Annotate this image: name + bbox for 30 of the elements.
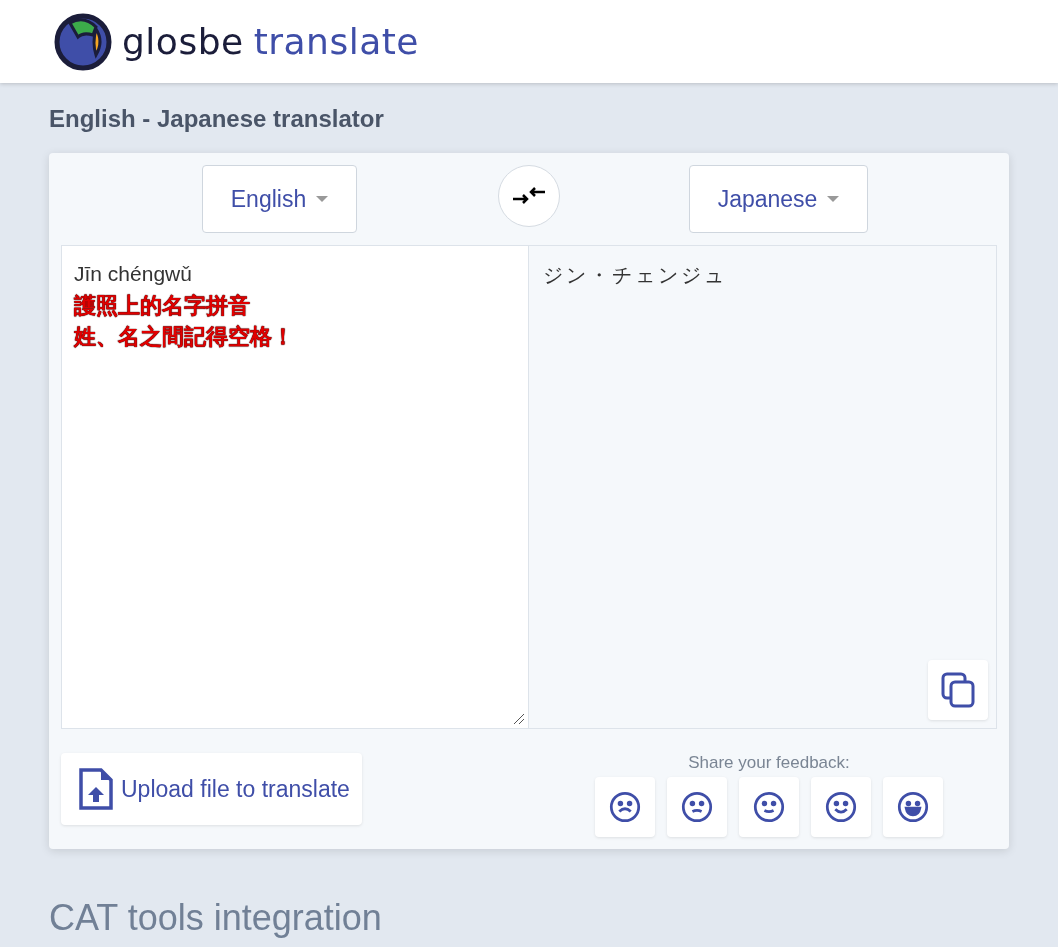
annotation-text: 姓、名之間記得空格！ — [74, 323, 295, 351]
section-heading: CAT tools integration — [49, 897, 383, 939]
annotation-text: 護照上的名字拼音 — [74, 292, 251, 320]
logo-wordmark: glosbe — [122, 21, 244, 62]
file-upload-icon — [79, 768, 113, 810]
face-icon — [753, 791, 785, 823]
feedback-label: Share your feedback: — [688, 753, 850, 773]
feedback-button[interactable] — [667, 777, 727, 837]
source-text: Jīn chéngwǔ — [74, 262, 193, 286]
copy-icon — [940, 671, 976, 709]
face-icon — [897, 791, 929, 823]
feedback-button[interactable] — [883, 777, 943, 837]
logo-product-name: translate — [253, 21, 419, 62]
face-icon — [825, 791, 857, 823]
face-icon — [609, 791, 641, 823]
feedback-button[interactable] — [595, 777, 655, 837]
target-language-dropdown[interactable]: Japanese — [688, 165, 869, 233]
upload-file-button[interactable]: Upload file to translate — [61, 753, 362, 825]
feedback-button[interactable] — [811, 777, 871, 837]
globe-logo-icon — [54, 12, 112, 71]
page-title: English - Japanese translator — [49, 104, 385, 134]
source-text-area[interactable]: Jīn chéngwǔ 護照上的名字拼音 姓、名之間記得空格！ — [62, 246, 529, 728]
face-icon — [681, 791, 713, 823]
feedback-button[interactable] — [739, 777, 799, 837]
caret-icon — [316, 196, 329, 202]
resize-grip-icon[interactable] — [513, 713, 525, 725]
caret-icon — [827, 196, 840, 202]
source-language-dropdown[interactable]: English — [201, 165, 358, 233]
translation-text: ジン・チェンジュ — [543, 262, 728, 289]
copy-button[interactable] — [928, 660, 988, 720]
